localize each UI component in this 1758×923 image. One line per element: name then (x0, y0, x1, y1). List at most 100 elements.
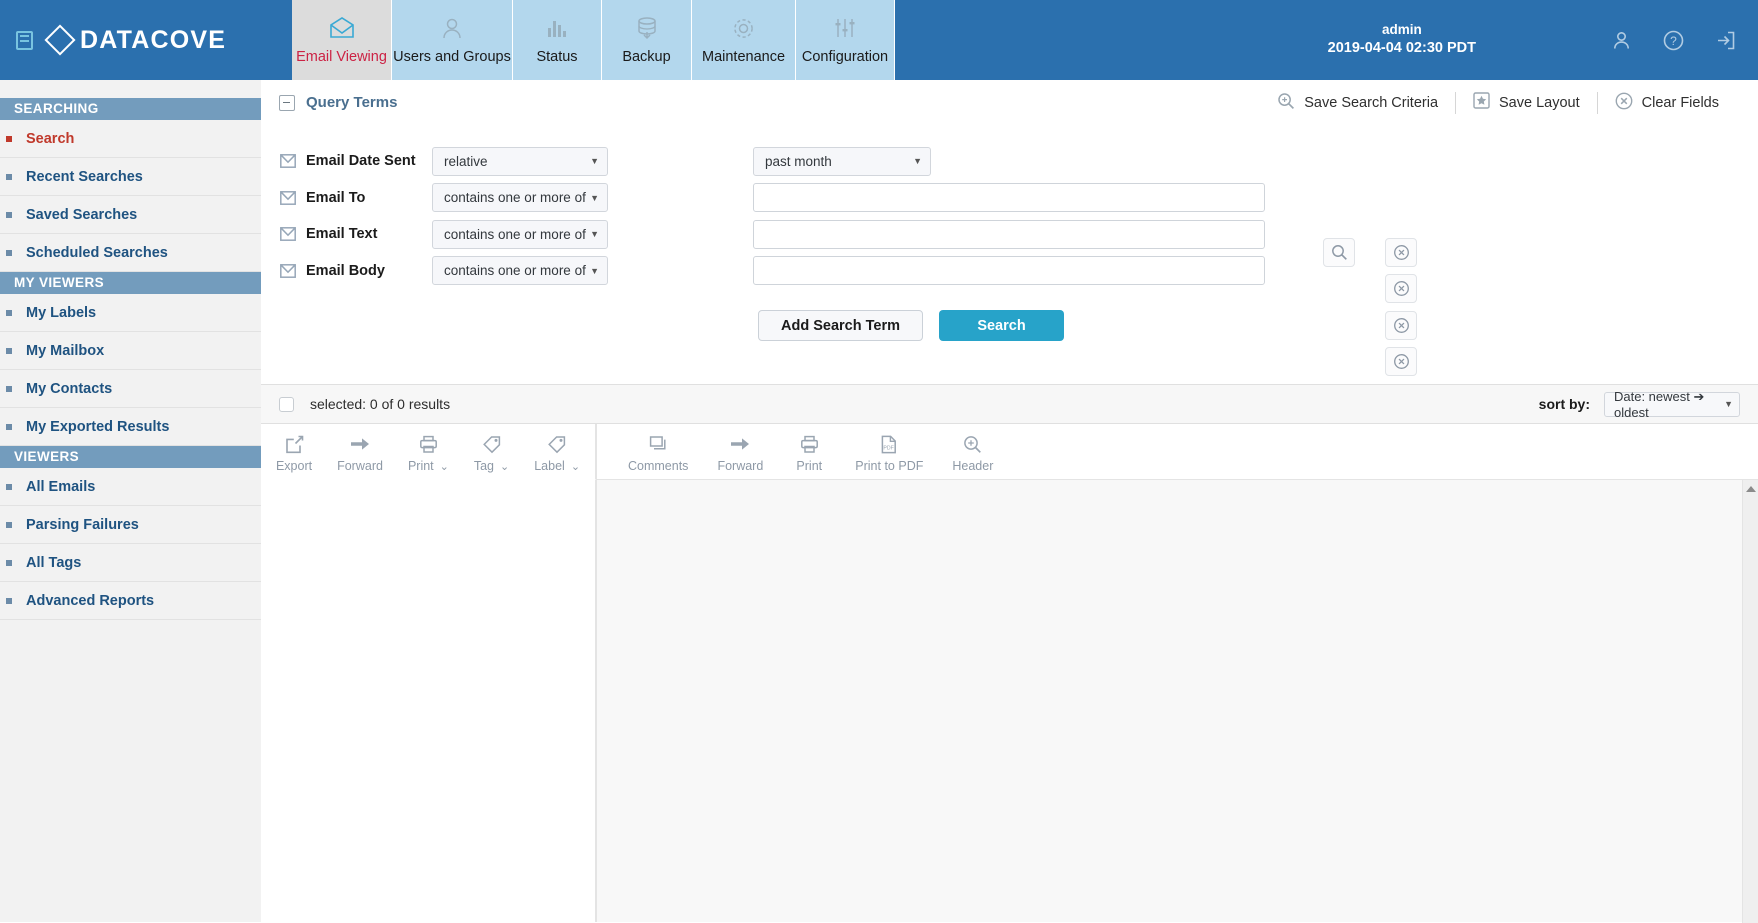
printer-icon (419, 433, 438, 455)
user-info: admin 2019-04-04 02:30 PDT (1328, 21, 1476, 59)
clear-fields-button[interactable]: Clear Fields (1598, 91, 1736, 115)
sidebar-item-my-labels[interactable]: My Labels (0, 294, 261, 332)
field-label: Email To (306, 189, 366, 206)
results-right: sort by: Date: newest ➔ oldest ▼ (1539, 389, 1740, 420)
query-panel-header: Query Terms Save Search Criteria Save La… (261, 80, 1758, 125)
email-body-input[interactable] (753, 256, 1265, 286)
label-dropdown-button[interactable]: Label ⌄ (534, 433, 580, 473)
export-button[interactable]: Export (276, 433, 312, 473)
bullet-icon (6, 135, 12, 142)
envelope-icon (280, 190, 296, 205)
query-row-email-date-sent: Email Date Sent relative ▼ past month ▼ (261, 143, 1758, 180)
date-range-select[interactable]: past month ▼ (753, 146, 931, 176)
remove-row-button-date-sent[interactable] (1385, 238, 1417, 267)
chevron-down-icon: ▼ (913, 156, 922, 167)
field-label: Email Text (306, 226, 378, 243)
remove-row-button-email-body[interactable] (1385, 347, 1417, 376)
sidebar-item-search[interactable]: Search (0, 120, 261, 158)
tab-status[interactable]: Status (513, 0, 602, 80)
operator-select-email-body[interactable]: contains one or more of ▼ (432, 256, 608, 286)
star-box-icon (1473, 92, 1490, 113)
gear-icon (727, 13, 761, 43)
magnifier-icon (1331, 245, 1347, 260)
print-to-pdf-button[interactable]: PDF Print to PDF (855, 433, 923, 473)
logout-icon[interactable] (1715, 30, 1736, 51)
preview-scrollbar[interactable] (1742, 480, 1758, 923)
query-actions: Save Search Criteria Save Layout Clear F… (1260, 91, 1736, 115)
forward-button[interactable]: Forward (337, 433, 383, 473)
tab-label: Backup (622, 49, 671, 65)
sidebar-item-my-exported-results[interactable]: My Exported Results (0, 408, 261, 446)
tag-dropdown-button[interactable]: Tag ⌄ (474, 433, 509, 473)
remove-row-button-email-to[interactable] (1385, 274, 1417, 303)
bullet-icon (6, 249, 12, 256)
tool-label: Print to PDF (855, 459, 924, 473)
forward-message-button[interactable]: Forward (717, 433, 763, 473)
app-logo: DATACOVE (44, 24, 226, 56)
email-text-input[interactable] (753, 219, 1265, 249)
sidebar-item-recent-searches[interactable]: Recent Searches (0, 158, 261, 196)
sidebar-item-label: Saved Searches (26, 206, 138, 223)
sort-select[interactable]: Date: newest ➔ oldest ▼ (1604, 389, 1740, 420)
tab-users-and-groups[interactable]: Users and Groups (392, 0, 513, 80)
app-header: DATACOVE Email Viewing Users and Groups … (0, 0, 1758, 80)
tab-label: Users and Groups (393, 49, 511, 65)
email-to-lookup-button[interactable] (1323, 238, 1355, 267)
sidebar-item-my-contacts[interactable]: My Contacts (0, 370, 261, 408)
sidebar-item-scheduled-searches[interactable]: Scheduled Searches (0, 234, 261, 272)
search-button[interactable]: Search (939, 310, 1064, 341)
tab-label: Configuration (801, 49, 889, 65)
save-layout-button[interactable]: Save Layout (1456, 91, 1597, 115)
header-button[interactable]: Header (952, 433, 993, 473)
chevron-down-icon: ▼ (1724, 399, 1733, 409)
sidebar-item-label: All Tags (26, 554, 82, 571)
sidebar-item-advanced-reports[interactable]: Advanced Reports (0, 582, 261, 620)
sidebar-item-my-mailbox[interactable]: My Mailbox (0, 332, 261, 370)
svg-text:?: ? (1670, 34, 1677, 48)
tab-backup[interactable]: Backup (602, 0, 692, 80)
forward-arrow-icon (350, 433, 370, 455)
circle-x-icon (1393, 245, 1409, 260)
comments-button[interactable]: Comments (628, 433, 688, 473)
save-search-criteria-button[interactable]: Save Search Criteria (1260, 91, 1455, 115)
user-icon[interactable] (1611, 30, 1632, 51)
sidebar-item-all-tags[interactable]: All Tags (0, 544, 261, 582)
field-label: Email Date Sent (306, 153, 416, 170)
sidebar-item-saved-searches[interactable]: Saved Searches (0, 196, 261, 234)
tab-maintenance[interactable]: Maintenance (692, 0, 796, 80)
print-message-button[interactable]: Print (792, 433, 826, 473)
header-icon-group: ? (1611, 30, 1740, 51)
sidebar-item-label: All Emails (26, 478, 96, 495)
tab-label: Maintenance (701, 49, 786, 65)
current-datetime: 2019-04-04 02:30 PDT (1327, 40, 1476, 57)
chevron-down-icon: ▼ (590, 156, 599, 167)
email-to-input[interactable] (753, 183, 1265, 213)
operator-select-date-sent[interactable]: relative ▼ (432, 146, 608, 176)
print-dropdown-button[interactable]: Print ⌄ (408, 433, 449, 473)
header-right: admin 2019-04-04 02:30 PDT ? (895, 0, 1758, 80)
chevron-down-icon: ⌄ (570, 460, 581, 473)
add-search-term-button[interactable]: Add Search Term (758, 310, 923, 341)
operator-select-email-text[interactable]: contains one or more of ▼ (432, 219, 608, 249)
operator-value: contains one or more of (444, 263, 586, 279)
printer-icon (800, 433, 819, 455)
field-label-cell: Email Text (280, 226, 432, 242)
action-label: Save Search Criteria (1304, 94, 1439, 111)
sidebar-item-label: Scheduled Searches (26, 244, 168, 261)
select-all-checkbox[interactable] (279, 396, 294, 412)
help-icon[interactable]: ? (1663, 30, 1684, 51)
bullet-icon (6, 423, 12, 430)
tab-email-viewing[interactable]: Email Viewing (292, 0, 392, 80)
circle-x-icon (1393, 281, 1409, 296)
operator-select-email-to[interactable]: contains one or more of ▼ (432, 183, 608, 213)
form-buttons: Add Search Term Search (261, 310, 1758, 341)
panel-toggle-icon[interactable] (16, 30, 33, 50)
collapse-minus-icon[interactable] (279, 94, 295, 111)
tab-configuration[interactable]: Configuration (796, 0, 895, 80)
scroll-up-arrow-icon[interactable] (1746, 486, 1756, 492)
sidebar-item-parsing-failures[interactable]: Parsing Failures (0, 506, 261, 544)
remove-row-button-email-text[interactable] (1385, 311, 1417, 340)
sidebar-item-label: Recent Searches (26, 168, 143, 185)
action-toolbars: Export Forward Print ⌄ Tag ⌄ Label ⌄ Com… (261, 424, 1758, 479)
sidebar-item-all-emails[interactable]: All Emails (0, 468, 261, 506)
